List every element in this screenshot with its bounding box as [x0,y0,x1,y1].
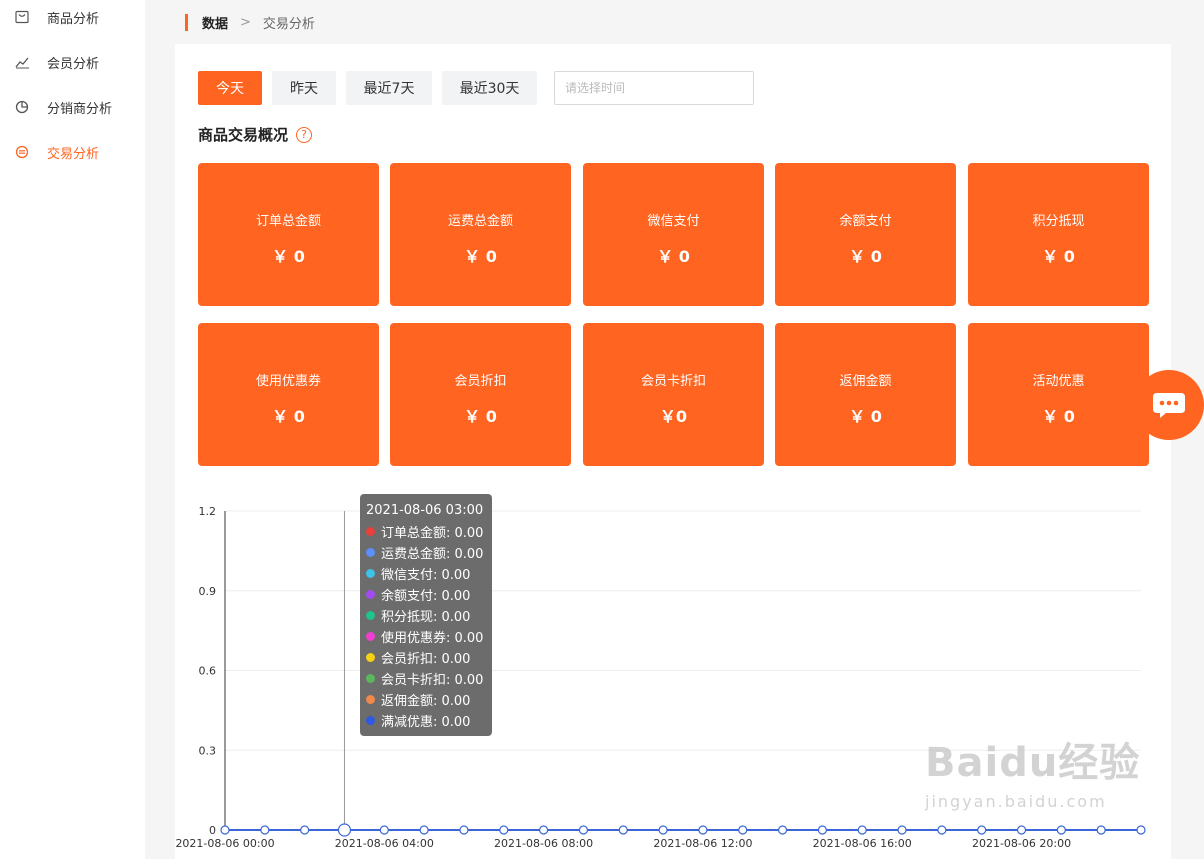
chat-bubble-icon [1153,393,1185,418]
series-color-dot [366,527,375,536]
stat-card-title: 积分抵现 [1032,214,1085,229]
sidebar-item-transaction-analysis[interactable]: 交易分析 [0,137,145,167]
tooltip-row-label: 积分抵现: 0.00 [381,610,471,625]
tooltip-row: 会员卡折扣: 0.00 [366,668,486,689]
stat-card-value: ￥ 0 [1042,247,1075,266]
series-color-dot [366,674,375,683]
baidu-watermark: Baidu经验 jingyan.baidu.com [925,730,1140,811]
series-color-dot [366,695,375,704]
stat-card-title: 余额支付 [839,214,892,229]
tooltip-row: 微信支付: 0.00 [366,563,486,584]
stat-card-title: 订单总金额 [255,214,321,229]
tooltip-row-label: 会员折扣: 0.00 [381,652,471,667]
stat-card-value: ￥ 0 [1042,407,1075,426]
stat-card-value: ￥ 0 [464,407,497,426]
stat-card-value: ￥ 0 [464,247,497,266]
box-icon [14,9,30,25]
sidebar-item-member-analysis[interactable]: 会员分析 [0,47,145,77]
stat-card-title: 活动优惠 [1032,374,1085,389]
series-color-dot [366,590,375,599]
tooltip-row-label: 微信支付: 0.00 [381,568,471,583]
tooltip-row: 运费总金额: 0.00 [366,542,486,563]
tooltip-row: 余额支付: 0.00 [366,584,486,605]
chart-tooltip: 2021-08-06 03:00 订单总金额: 0.00 运费总金额: 0.00 微… [360,494,492,736]
tooltip-row-label: 返佣金额: 0.00 [381,694,471,709]
filter-today-button[interactable]: 今天 [198,71,262,105]
stat-card-promotion: 活动优惠 ￥ 0 [968,323,1149,466]
stat-card-wechat-pay: 微信支付 ￥ 0 [583,163,764,306]
breadcrumb-separator: > [240,14,251,30]
stat-card-title: 微信支付 [647,214,700,229]
sidebar-item-label: 交易分析 [47,146,100,162]
stat-card-title: 会员卡折扣 [640,374,706,389]
tooltip-row-label: 运费总金额: 0.00 [381,547,484,562]
sidebar: 商品分析 会员分析 分销商分析 交易分析 [0,0,145,859]
help-icon[interactable]: ? [296,126,313,143]
watermark-brand: Baidu经验 [925,740,1141,786]
pie-chart-icon [14,99,30,115]
stat-card-value: ￥ 0 [849,247,882,266]
date-picker-input[interactable] [554,71,754,105]
stat-card-member-discount: 会员折扣 ￥ 0 [390,323,571,466]
sidebar-item-distributor-analysis[interactable]: 分销商分析 [0,92,145,122]
series-color-dot [366,569,375,578]
stat-card-member-card-discount: 会员卡折扣 ￥0 [583,323,764,466]
filter-30days-button[interactable]: 最近30天 [442,71,537,105]
stat-card-points-cash: 积分抵现 ￥ 0 [968,163,1149,306]
stat-card-value: ￥ 0 [657,247,690,266]
tooltip-row: 积分抵现: 0.00 [366,605,486,626]
series-color-dot [366,716,375,725]
breadcrumb-root[interactable]: 数据 [202,13,228,32]
filter-yesterday-button[interactable]: 昨天 [272,71,336,105]
tooltip-row: 会员折扣: 0.00 [366,647,486,668]
stat-card-title: 返佣金额 [839,374,892,389]
stat-card-title: 会员折扣 [454,374,507,389]
series-color-dot [366,632,375,641]
sidebar-item-product-analysis[interactable]: 商品分析 [0,2,145,32]
tooltip-row: 使用优惠券: 0.00 [366,626,486,647]
tooltip-row-label: 满减优惠: 0.00 [381,715,471,730]
series-color-dot [366,653,375,662]
overview-title-text: 商品交易概况 [198,126,289,144]
sidebar-item-label: 会员分析 [47,56,100,72]
stat-card-value: ￥ 0 [849,407,882,426]
tooltip-row-label: 余额支付: 0.00 [381,589,471,604]
series-color-dot [366,548,375,557]
stat-card-balance-pay: 余额支付 ￥ 0 [775,163,956,306]
chat-button[interactable] [1134,370,1204,440]
tooltip-row-label: 使用优惠券: 0.00 [381,631,484,646]
tooltip-row: 订单总金额: 0.00 [366,521,486,542]
tooltip-title: 2021-08-06 03:00 [366,503,484,518]
stat-card-value: ￥ 0 [272,407,305,426]
stat-card-title: 使用优惠券 [255,374,321,389]
stat-card-freight-total: 运费总金额 ￥ 0 [390,163,571,306]
tooltip-row-label: 会员卡折扣: 0.00 [381,673,484,688]
series-color-dot [366,611,375,620]
stat-card-coupon: 使用优惠券 ￥ 0 [198,323,379,466]
overview-title: 商品交易概况 ? [198,124,313,145]
stat-card-title: 运费总金额 [447,214,513,229]
line-chart-icon [14,54,30,70]
breadcrumb-current: 交易分析 [262,16,315,32]
breadcrumb-accent-bar [185,13,188,31]
stat-card-order-total: 订单总金额 ￥ 0 [198,163,379,306]
stat-card-commission: 返佣金额 ￥ 0 [775,323,956,466]
stat-card-value: ￥ 0 [272,247,305,266]
tooltip-row: 满减优惠: 0.00 [366,710,486,731]
tooltip-row: 返佣金额: 0.00 [366,689,486,710]
breadcrumb: 数据 > 交易分析 [185,12,315,32]
sidebar-item-label: 商品分析 [47,11,100,27]
sidebar-item-label: 分销商分析 [47,101,113,117]
exchange-icon [14,144,30,160]
tooltip-row-label: 订单总金额: 0.00 [381,526,484,541]
filter-7days-button[interactable]: 最近7天 [346,71,432,105]
watermark-url: jingyan.baidu.com [925,792,1107,811]
stat-card-value: ￥0 [659,407,688,426]
